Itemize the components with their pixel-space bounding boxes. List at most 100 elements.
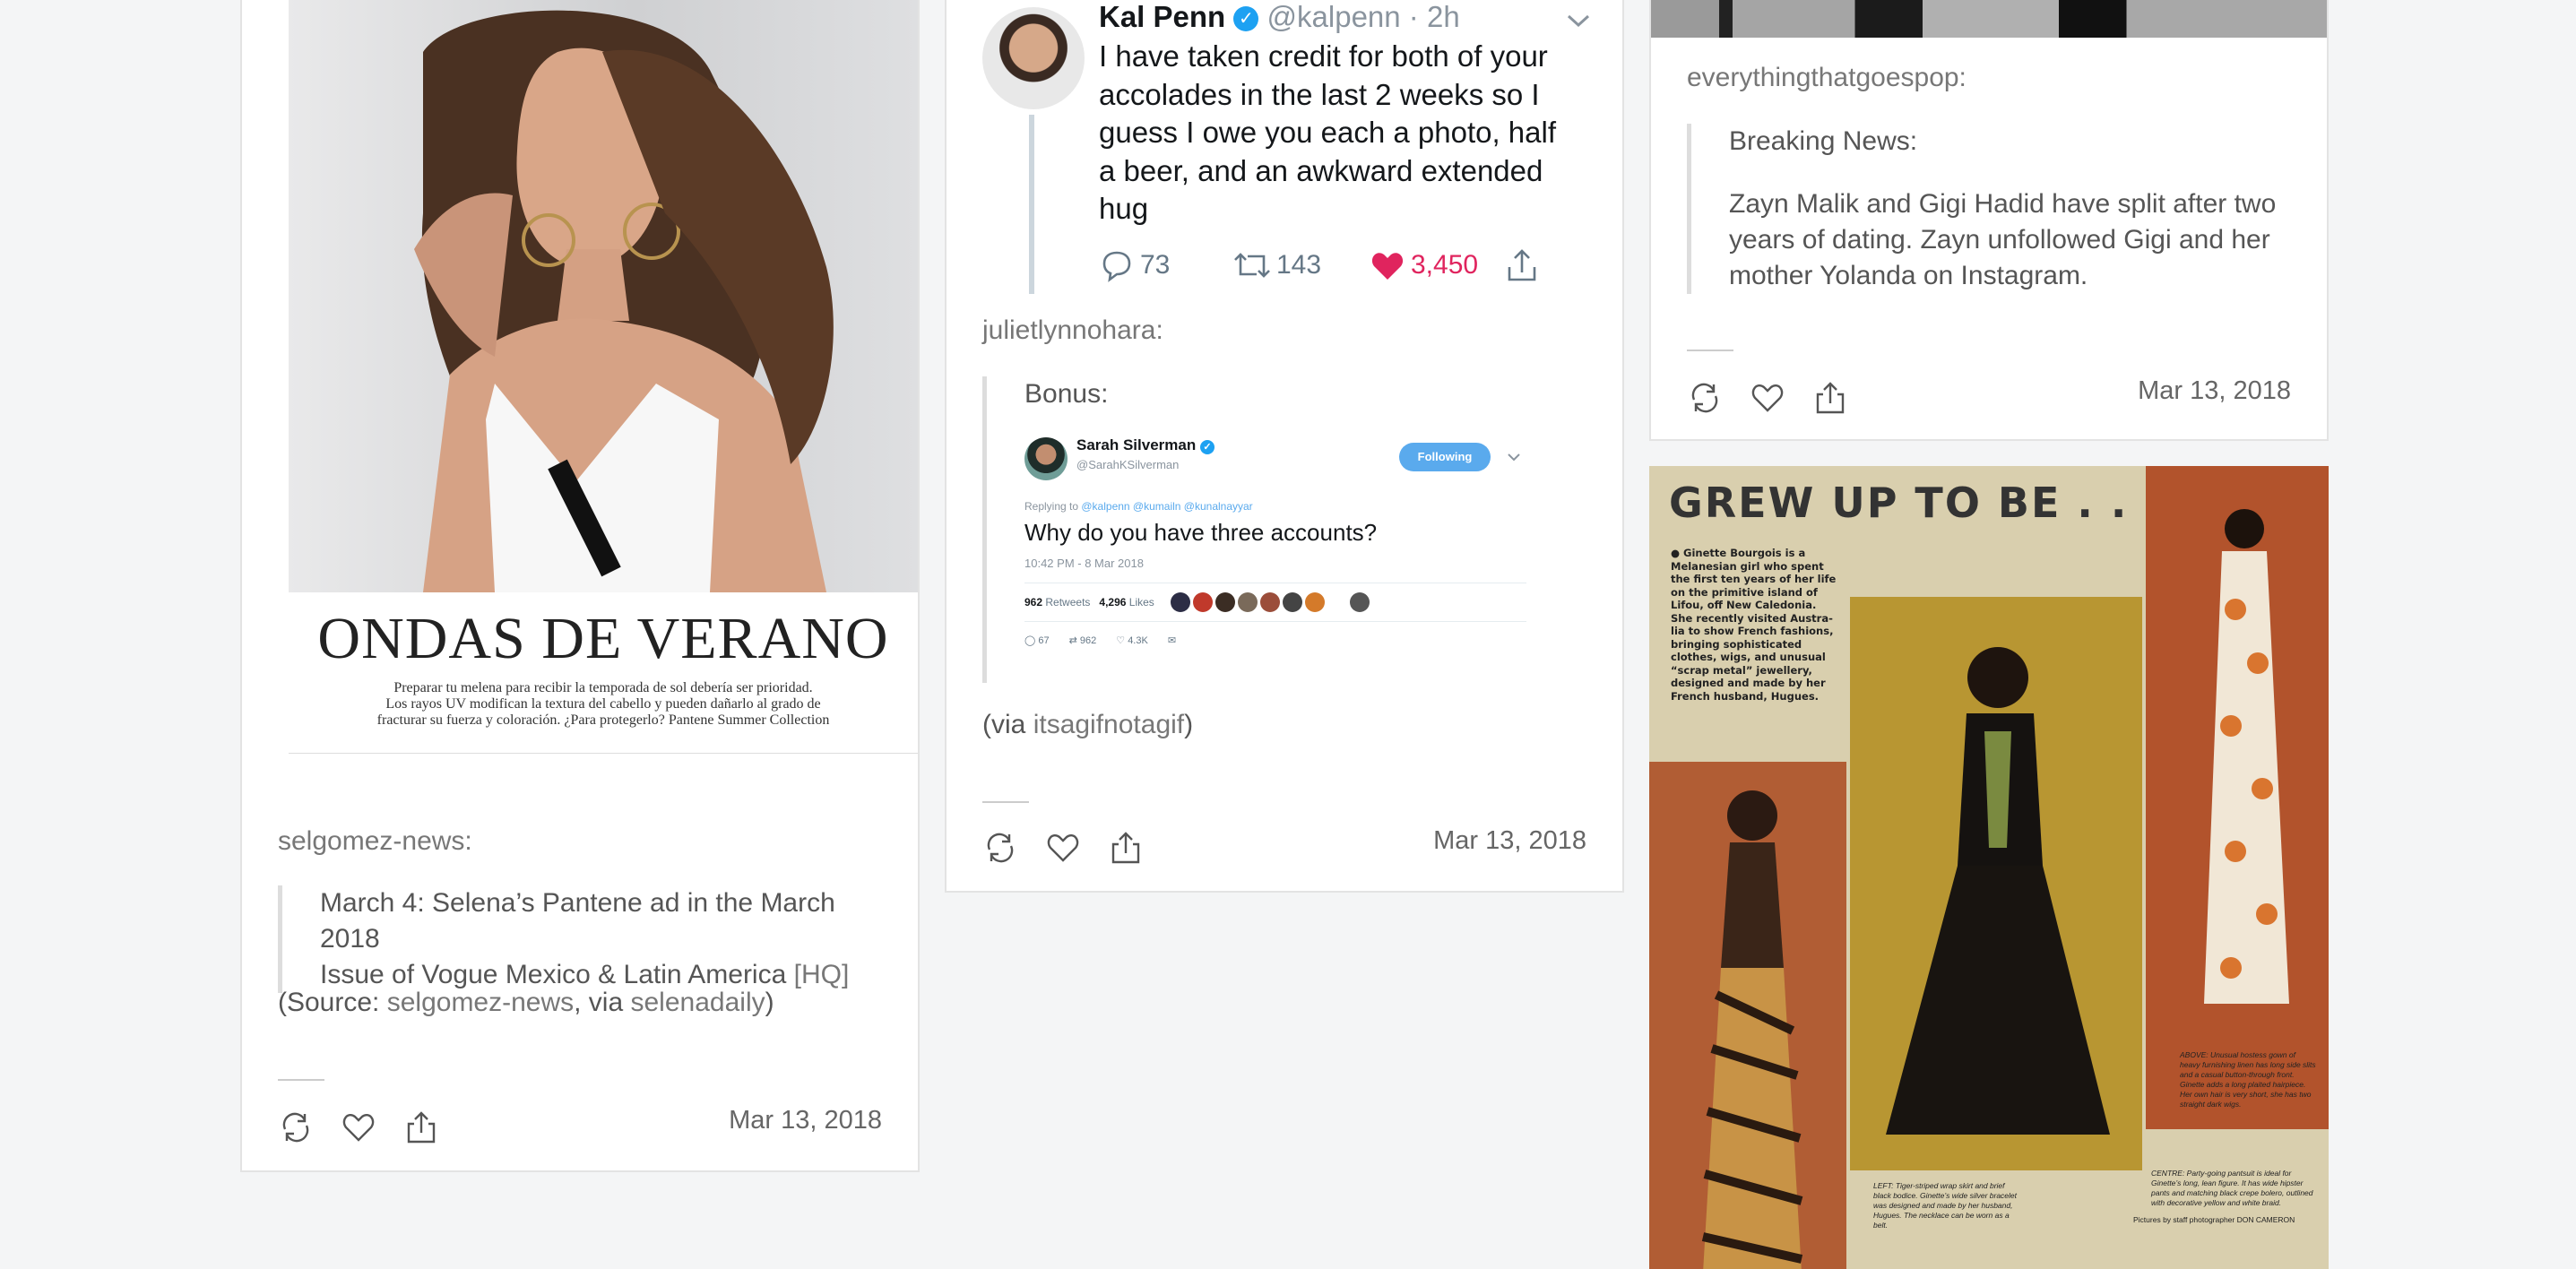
like-icon[interactable] bbox=[1750, 380, 1785, 416]
hq-link[interactable]: [HQ] bbox=[794, 960, 850, 989]
reply-icon[interactable] bbox=[1099, 247, 1135, 283]
post-actions bbox=[982, 830, 1144, 866]
chevron-down-icon[interactable] bbox=[1565, 11, 1592, 30]
portrait-illustration bbox=[414, 10, 834, 592]
reblog-quote: Bonus: Sarah Silverman ✓ @SarahKSilverma… bbox=[982, 376, 1592, 683]
magazine-caption-3: fracturar su fuerza y coloración. ¿Para … bbox=[376, 712, 830, 728]
photo-center-model bbox=[1850, 597, 2142, 1170]
post-card-kalpenn: Kal Penn ✓ @kalpenn · 2h I have taken cr… bbox=[945, 0, 1624, 893]
quote-line-3: years of dating. Zayn unfollowed Gigi an… bbox=[1729, 225, 2270, 255]
post-actions bbox=[278, 1109, 439, 1145]
post-photo-selena[interactable] bbox=[289, 0, 918, 592]
embedded-stats-row: 962 Retweets 4,296 Likes bbox=[1024, 583, 1526, 622]
embedded-reply[interactable]: ◯ 67 bbox=[1024, 633, 1050, 649]
reblog-icon[interactable] bbox=[982, 830, 1018, 866]
via-text: , via bbox=[574, 988, 631, 1017]
caption-above: ABOVE: Unusual hostess gown of heavy fur… bbox=[2180, 1050, 2316, 1109]
retweet-count: 143 bbox=[1276, 250, 1322, 280]
via-prefix: (via bbox=[982, 710, 1033, 739]
share-icon[interactable] bbox=[1812, 380, 1848, 416]
tweet-text-line-5: hug bbox=[1099, 192, 1149, 225]
post-date[interactable]: Mar 13, 2018 bbox=[2138, 376, 2291, 406]
embedded-timestamp: 10:42 PM - 8 Mar 2018 bbox=[1024, 557, 1144, 570]
embedded-chevron-icon[interactable] bbox=[1507, 452, 1521, 462]
reblog-icon[interactable] bbox=[278, 1109, 314, 1145]
quote-line-4: mother Yolanda on Instagram. bbox=[1729, 261, 2088, 290]
share-icon[interactable] bbox=[1108, 830, 1144, 866]
post-date[interactable]: Mar 13, 2018 bbox=[729, 1106, 882, 1135]
via-link[interactable]: itsagifnotagif bbox=[1033, 710, 1184, 739]
tweet-text: I have taken credit for both of your acc… bbox=[1099, 38, 1556, 229]
via-link[interactable]: selenadaily bbox=[631, 988, 765, 1017]
embedded-retweets-label: Retweets bbox=[1045, 596, 1091, 609]
tweet-share-icon[interactable] bbox=[1504, 247, 1540, 283]
post-card-zayn: everythingthatgoespop: Breaking News: Za… bbox=[1649, 0, 2329, 441]
magazine-caption-2: Los rayos UV modifican la textura del ca… bbox=[385, 696, 821, 712]
magazine-headline: GREW UP TO BE . . . bbox=[1669, 479, 2162, 527]
reblog-source-name[interactable]: everythingthatgoespop: bbox=[1687, 63, 1967, 93]
post-card-selena: ONDAS DE VERANO Preparar tu melena para … bbox=[240, 0, 920, 1172]
quote-line-2: Issue of Vogue Mexico & Latin America bbox=[320, 960, 787, 989]
reblog-icon[interactable] bbox=[1687, 380, 1723, 416]
embedded-avatar bbox=[1024, 437, 1068, 480]
embedded-like[interactable]: ♡ 4.3K bbox=[1116, 633, 1148, 649]
tweet-handle: @kalpenn · 2h bbox=[1266, 0, 1460, 33]
post-date[interactable]: Mar 13, 2018 bbox=[1433, 826, 1586, 856]
heart-filled-icon[interactable] bbox=[1370, 247, 1405, 283]
reblog-source-name[interactable]: julietlynnohara: bbox=[982, 315, 1163, 346]
embedded-retweet[interactable]: ⇄ 962 bbox=[1069, 633, 1097, 649]
like-count: 3,450 bbox=[1411, 250, 1479, 280]
tweet-text-line-2: accolades in the last 2 weeks so I bbox=[1099, 77, 1540, 111]
reblog-quote: March 4: Selena’s Pantene ad in the Marc… bbox=[278, 885, 887, 993]
like-icon[interactable] bbox=[1045, 830, 1081, 866]
divider bbox=[982, 801, 1029, 803]
magazine-ad-caption-block: ONDAS DE VERANO Preparar tu melena para … bbox=[289, 592, 918, 754]
following-button[interactable]: Following bbox=[1399, 443, 1491, 471]
model-figure-right bbox=[2204, 509, 2289, 1004]
source-suffix: ) bbox=[765, 988, 774, 1017]
like-icon[interactable] bbox=[341, 1109, 376, 1145]
source-line: (Source: selgomez-news, via selenadaily) bbox=[278, 988, 774, 1018]
post-photo-top[interactable] bbox=[1651, 0, 2327, 38]
tweet-actions: 73 143 3,450 bbox=[1099, 247, 1540, 283]
body-line: French husband, Hugues. bbox=[1671, 689, 1820, 703]
reblog-quote: Breaking News: Zayn Malik and Gigi Hadid… bbox=[1687, 124, 2305, 294]
body-line: lia to show French fashions, bbox=[1671, 625, 1834, 637]
magazine-caption-1: Preparar tu melena para recibir la tempo… bbox=[393, 680, 813, 695]
tweet-avatar[interactable] bbox=[982, 7, 1085, 109]
source-prefix: (Source: bbox=[278, 988, 387, 1017]
photo-right-model bbox=[2146, 466, 2329, 1129]
replying-prefix: Replying to bbox=[1024, 500, 1082, 513]
body-line: bringing sophisticated bbox=[1671, 637, 1802, 651]
retweet-icon[interactable] bbox=[1232, 247, 1273, 283]
source-link[interactable]: selgomez-news bbox=[387, 988, 574, 1017]
quote-text: Bonus: bbox=[1024, 379, 1109, 409]
magazine-body-text: ● Ginette Bourgois is a Melanesian girl … bbox=[1671, 547, 1846, 703]
reblog-source-name[interactable]: selgomez-news: bbox=[278, 826, 472, 857]
tweet-thread-line bbox=[1029, 115, 1034, 294]
embedded-mail-icon[interactable]: ✉ bbox=[1168, 633, 1176, 649]
post-card-vintage-magazine: GREW UP TO BE . . . ● Ginette Bourgois i… bbox=[1649, 466, 2329, 1269]
embedded-handle: @SarahKSilverman bbox=[1076, 458, 1180, 471]
model-figure-center bbox=[1886, 647, 2110, 1135]
embedded-tweet-text: Why do you have three accounts? bbox=[1024, 519, 1378, 546]
tweet-author[interactable]: Kal Penn bbox=[1099, 0, 1225, 33]
embedded-tweet[interactable]: Sarah Silverman ✓ @SarahKSilverman Follo… bbox=[1024, 430, 1562, 672]
body-line: She recently visited Austra- bbox=[1671, 611, 1833, 625]
embedded-actions-row: ◯ 67 ⇄ 962 ♡ 4.3K ✉ bbox=[1024, 633, 1176, 649]
embedded-likes-label: Likes bbox=[1128, 596, 1154, 609]
via-line: (via itsagifnotagif) bbox=[982, 710, 1193, 740]
vintage-magazine-photo[interactable]: GREW UP TO BE . . . ● Ginette Bourgois i… bbox=[1649, 466, 2329, 1269]
embedded-reply-count: 67 bbox=[1038, 635, 1050, 646]
liker-avatars bbox=[1170, 592, 1370, 612]
body-line: Melanesian girl who spent bbox=[1671, 559, 1824, 573]
embedded-like-count: 4.3K bbox=[1128, 635, 1148, 646]
tweet-header: Kal Penn ✓ @kalpenn · 2h bbox=[1099, 0, 1460, 34]
via-suffix: ) bbox=[1184, 710, 1194, 739]
body-line: “scrap metal” jewellery, bbox=[1671, 663, 1812, 677]
body-line: on the primitive island of bbox=[1671, 585, 1818, 599]
share-icon[interactable] bbox=[403, 1109, 439, 1145]
verified-badge-icon: ✓ bbox=[1233, 6, 1259, 32]
replying-to-line: Replying to @kalpenn @kumailn @kunalnayy… bbox=[1024, 498, 1253, 514]
replying-to-handles[interactable]: @kalpenn @kumailn @kunalnayyar bbox=[1081, 500, 1252, 513]
